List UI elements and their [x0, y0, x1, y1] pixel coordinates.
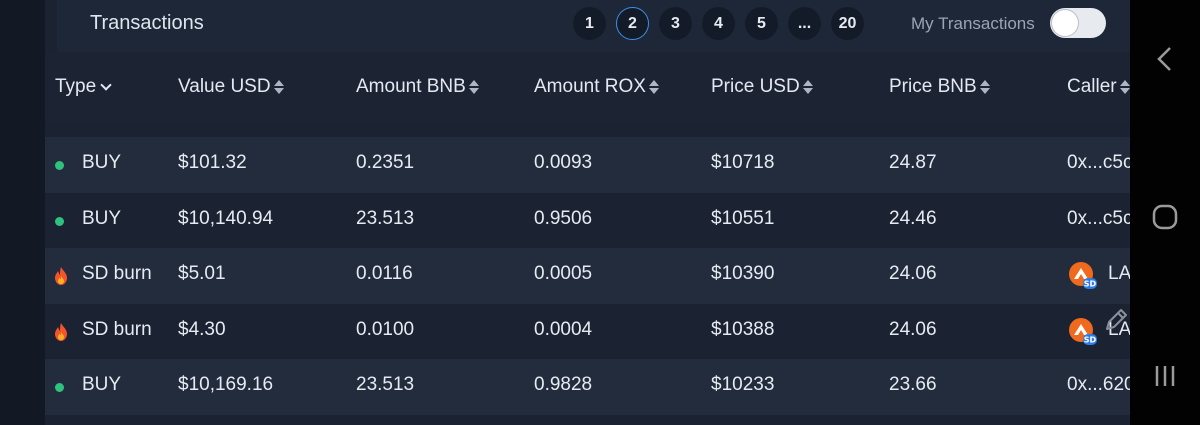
column-type[interactable]: Type	[55, 76, 112, 98]
amount-rox-cell: 0.0004	[534, 318, 593, 340]
green-dot-icon	[55, 383, 64, 392]
caller-cell[interactable]: LA	[1108, 263, 1130, 285]
amount-rox-cell: 0.0005	[534, 263, 593, 284]
svg-text:SD: SD	[1084, 280, 1097, 289]
table-row[interactable]: SD burn $4.30 0.0100 0.0004 $10388 24.06…	[45, 303, 1130, 359]
column-amount-bnb[interactable]: Amount BNB	[356, 76, 479, 98]
sort-icon	[802, 80, 813, 94]
amount-bnb-cell: 23.513	[356, 207, 415, 229]
column-caller-label: Caller	[1067, 76, 1117, 97]
column-price-bnb[interactable]: Price BNB	[889, 76, 990, 98]
column-amount-rox[interactable]: Amount ROX	[534, 76, 659, 98]
amount-rox-cell: 0.9828	[534, 374, 593, 395]
green-dot-icon	[55, 161, 64, 170]
price-usd-cell: $10718	[711, 152, 775, 173]
price-usd-cell: $10233	[711, 374, 775, 395]
column-value-usd-label: Value USD	[178, 76, 271, 97]
toggle-knob	[1052, 10, 1078, 36]
recent-apps-icon[interactable]	[1153, 364, 1177, 388]
page-title: Transactions	[90, 12, 204, 34]
amount-rox-cell: 0.9506	[534, 207, 593, 229]
page-button-3[interactable]: 3	[659, 7, 692, 40]
column-amount-rox-label: Amount ROX	[534, 76, 646, 97]
back-icon[interactable]	[1156, 46, 1174, 72]
chevron-down-icon	[100, 78, 112, 91]
page-button-5[interactable]: 5	[745, 7, 778, 40]
left-gutter	[0, 0, 45, 425]
page-button-ellipsis[interactable]: ...	[788, 7, 821, 40]
price-bnb-cell: 24.06	[889, 318, 937, 340]
sort-icon	[468, 80, 479, 94]
amount-bnb-cell: 23.513	[356, 374, 415, 395]
amount-bnb-cell: 0.0100	[356, 318, 415, 340]
system-nav-bar	[1130, 0, 1200, 425]
price-bnb-cell: 23.66	[889, 374, 937, 395]
value-usd-cell: $5.01	[178, 263, 226, 284]
type-cell: SD burn	[82, 263, 152, 284]
table-header: Type Value USD Amount BNB Amount ROX Pri…	[45, 52, 1130, 122]
pencil-icon[interactable]	[1101, 305, 1130, 335]
home-icon[interactable]	[1151, 203, 1179, 231]
column-price-usd[interactable]: Price USD	[711, 76, 813, 98]
type-cell: BUY	[82, 374, 122, 395]
my-transactions-toggle[interactable]	[1050, 8, 1106, 38]
green-dot-icon	[55, 216, 64, 226]
caller-cell[interactable]: 0x...620	[1067, 374, 1130, 396]
panel-header: Transactions 1 2 3 4 5 ... 20 My Transac…	[57, 0, 1130, 52]
type-cell: SD burn	[82, 318, 152, 340]
caller-cell[interactable]: 0x...c5c	[1067, 208, 1130, 230]
column-amount-bnb-label: Amount BNB	[356, 76, 466, 97]
price-bnb-cell: 24.06	[889, 263, 937, 284]
table-body: BUY $101.32 0.2351 0.0093 $10718 24.87 0…	[45, 137, 1130, 415]
caller-cell[interactable]: 0x...c5c	[1067, 152, 1130, 174]
sort-icon	[648, 80, 659, 94]
column-caller[interactable]: Caller	[1067, 76, 1130, 98]
value-usd-cell: $10,140.94	[178, 207, 274, 229]
value-usd-cell: $101.32	[178, 152, 247, 173]
transactions-panel: Transactions 1 2 3 4 5 ... 20 My Transac…	[45, 0, 1130, 425]
price-bnb-cell: 24.46	[889, 207, 937, 229]
page-button-2[interactable]: 2	[616, 7, 649, 40]
my-transactions-label: My Transactions	[911, 14, 1035, 33]
sort-icon	[273, 80, 284, 94]
page-button-20[interactable]: 20	[831, 7, 864, 40]
price-bnb-cell: 24.87	[889, 152, 937, 173]
pagination: 1 2 3 4 5 ... 20	[573, 7, 864, 40]
amount-bnb-cell: 0.2351	[356, 152, 415, 173]
column-value-usd[interactable]: Value USD	[178, 76, 284, 98]
sort-icon	[1119, 80, 1130, 94]
amount-rox-cell: 0.0093	[534, 152, 593, 173]
price-usd-cell: $10551	[711, 207, 775, 229]
page-button-1[interactable]: 1	[573, 7, 606, 40]
table-row[interactable]: BUY $10,140.94 23.513 0.9506 $10551 24.4…	[45, 192, 1130, 248]
fire-icon	[55, 322, 67, 341]
value-usd-cell: $10,169.16	[178, 374, 274, 395]
table-row[interactable]: SD burn $5.01 0.0116 0.0005 $10390 24.06…	[45, 248, 1130, 304]
sort-icon	[979, 80, 990, 94]
column-type-label: Type	[55, 76, 97, 97]
svg-text:SD: SD	[1084, 335, 1097, 344]
table-row[interactable]: BUY $101.32 0.2351 0.0093 $10718 24.87 0…	[45, 137, 1130, 193]
sd-token-avatar-icon: SD	[1069, 262, 1097, 289]
column-price-usd-label: Price USD	[711, 76, 800, 97]
type-cell: BUY	[82, 207, 122, 229]
amount-bnb-cell: 0.0116	[356, 263, 413, 284]
column-price-bnb-label: Price BNB	[889, 76, 977, 97]
page-button-4[interactable]: 4	[702, 7, 735, 40]
table-row[interactable]: BUY $10,169.16 23.513 0.9828 $10233 23.6…	[45, 359, 1130, 415]
fire-icon	[55, 267, 67, 285]
price-usd-cell: $10388	[711, 318, 775, 340]
sd-token-avatar-icon: SD	[1069, 317, 1097, 345]
value-usd-cell: $4.30	[178, 318, 226, 340]
type-cell: BUY	[82, 152, 122, 173]
price-usd-cell: $10390	[711, 263, 775, 284]
